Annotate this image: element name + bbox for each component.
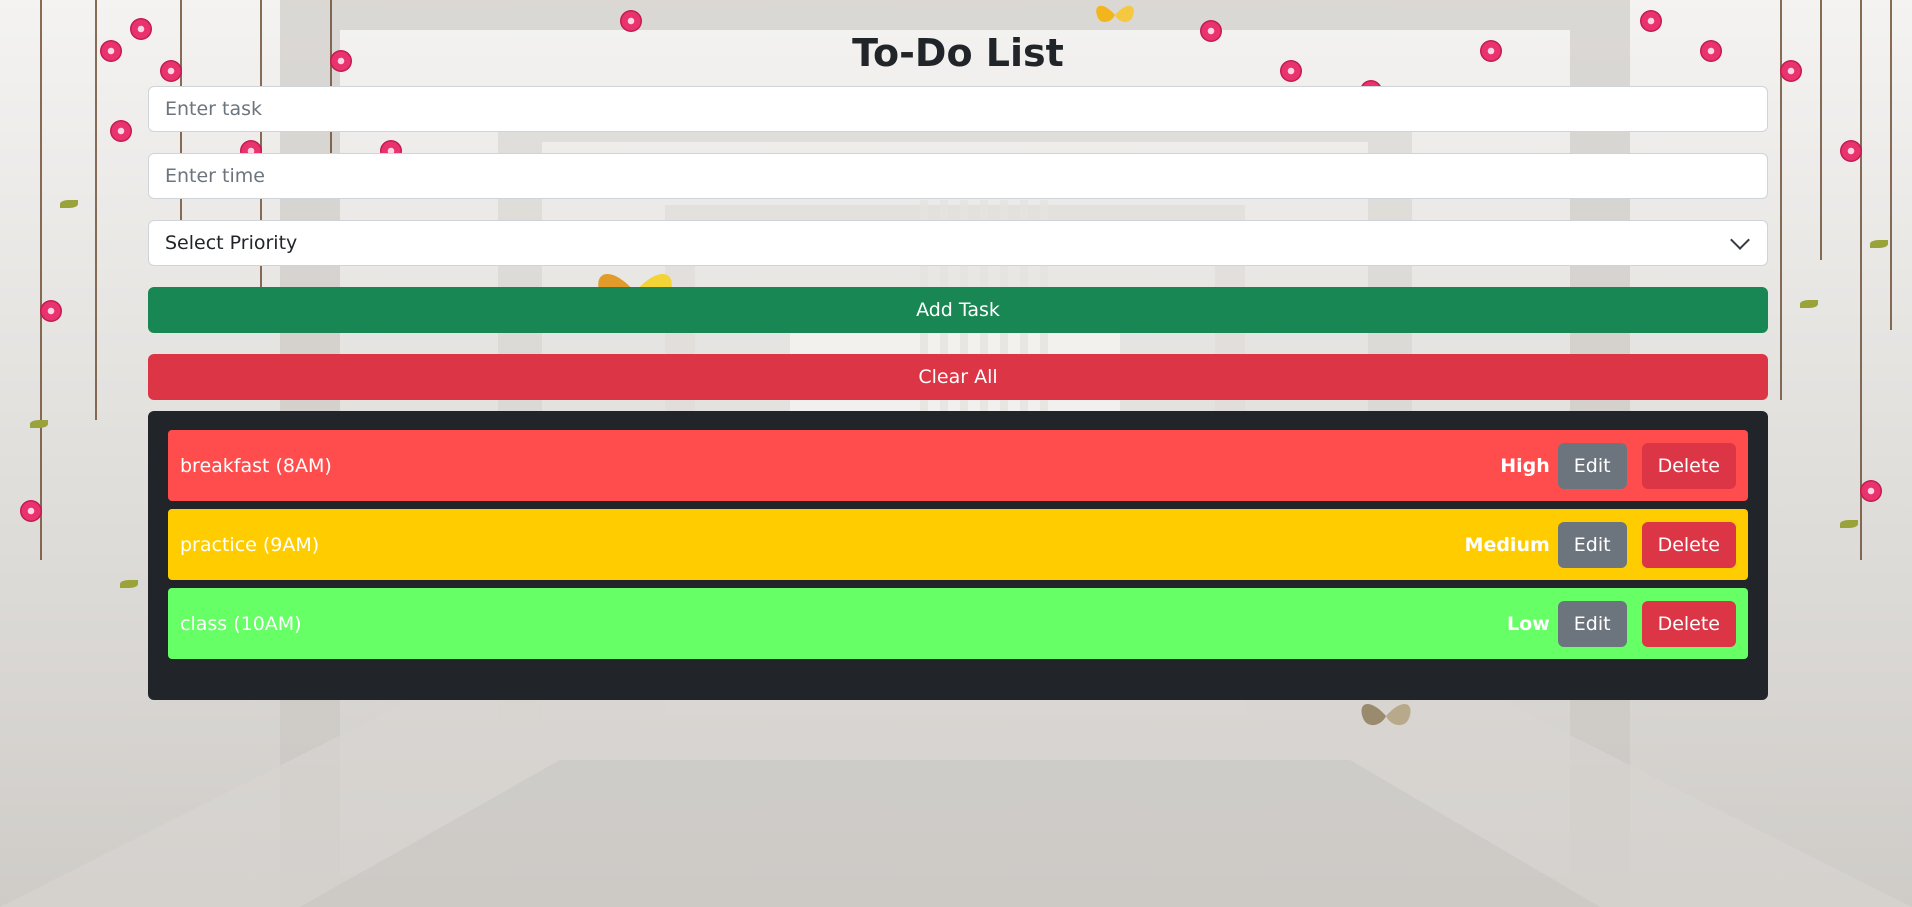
edit-button[interactable]: Edit: [1557, 600, 1627, 647]
task-item: practice (9AM) Medium Edit Delete: [168, 509, 1748, 580]
add-task-button[interactable]: Add Task: [148, 287, 1768, 333]
edit-button[interactable]: Edit: [1557, 521, 1627, 568]
priority-label: Medium: [1464, 533, 1550, 556]
task-item: breakfast (8AM) High Edit Delete: [168, 430, 1748, 501]
priority-label: Low: [1507, 612, 1550, 635]
priority-select-value: Select Priority: [165, 232, 298, 254]
edit-button[interactable]: Edit: [1557, 442, 1627, 489]
delete-button[interactable]: Delete: [1641, 521, 1736, 568]
task-item: class (10AM) Low Edit Delete: [168, 588, 1748, 659]
time-input[interactable]: [148, 153, 1768, 199]
priority-select[interactable]: Select Priority: [148, 220, 1768, 266]
page-title: To-Do List: [852, 31, 1064, 75]
delete-button[interactable]: Delete: [1641, 442, 1736, 489]
priority-label: High: [1500, 454, 1550, 477]
delete-button[interactable]: Delete: [1641, 600, 1736, 647]
chevron-down-icon: [1730, 230, 1750, 250]
task-input[interactable]: [148, 86, 1768, 132]
task-text: practice (9AM): [180, 533, 320, 556]
clear-all-button[interactable]: Clear All: [148, 354, 1768, 400]
task-text: breakfast (8AM): [180, 454, 332, 477]
butterfly-icon: [1361, 703, 1411, 726]
todo-app: To-Do List Select Priority Add Task Clea…: [148, 0, 1768, 700]
task-list: breakfast (8AM) High Edit Delete practic…: [148, 411, 1768, 700]
task-text: class (10AM): [180, 612, 302, 635]
